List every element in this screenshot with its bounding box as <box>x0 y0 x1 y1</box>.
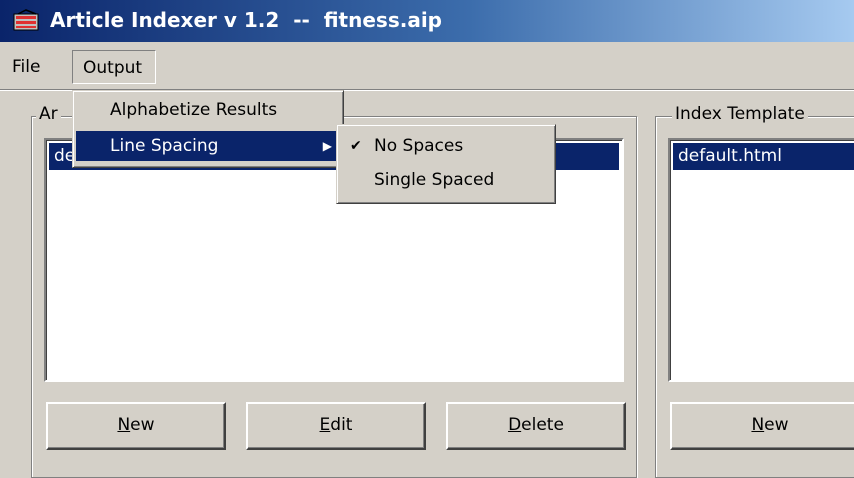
articles-group-label: Ar <box>36 104 61 124</box>
checkmark-icon: ✔ <box>350 138 362 154</box>
template-listbox[interactable]: default.html <box>668 138 854 382</box>
line-spacing-submenu: ✔ No Spaces Single Spaced <box>336 124 556 204</box>
mnemonic-n: N <box>117 415 131 435</box>
window-title: Article Indexer v 1.2 -- fitness.aip <box>50 8 442 32</box>
title-bar[interactable]: Article Indexer v 1.2 -- fitness.aip <box>0 0 854 42</box>
button-label-rest: ew <box>764 415 789 435</box>
menu-item-label: No Spaces <box>374 136 464 156</box>
menu-item-single-spaced[interactable]: Single Spaced <box>340 165 552 195</box>
submenu-arrow-icon: ▶ <box>322 139 332 153</box>
menu-item-no-spaces[interactable]: ✔ No Spaces <box>340 131 552 161</box>
output-menu: Alphabetize Results Line Spacing ▶ <box>72 90 344 168</box>
articles-new-button[interactable]: New <box>46 402 226 450</box>
menu-item-label: Alphabetize Results <box>110 100 278 120</box>
list-item[interactable]: default.html <box>673 143 854 170</box>
menu-item-label: Line Spacing <box>110 136 219 156</box>
menu-item-line-spacing[interactable]: Line Spacing ▶ <box>76 131 340 161</box>
articles-delete-button[interactable]: Delete <box>446 402 626 450</box>
menu-output[interactable]: Output <box>72 50 156 84</box>
app-icon <box>13 9 39 31</box>
mnemonic-n: N <box>751 415 765 435</box>
menu-bar: File Output <box>0 50 854 86</box>
mnemonic-d: D <box>508 415 522 435</box>
template-new-button[interactable]: New <box>670 402 854 450</box>
button-label-rest: dit <box>330 415 353 435</box>
mnemonic-e: E <box>319 415 331 435</box>
template-group-label: Index Template <box>672 104 808 124</box>
articles-edit-button[interactable]: Edit <box>246 402 426 450</box>
menu-item-alphabetize[interactable]: Alphabetize Results <box>76 95 340 125</box>
button-label-rest: ew <box>130 415 155 435</box>
button-label-rest: elete <box>521 415 564 435</box>
menu-item-label: Single Spaced <box>374 170 495 190</box>
menu-file[interactable]: File <box>4 50 48 84</box>
